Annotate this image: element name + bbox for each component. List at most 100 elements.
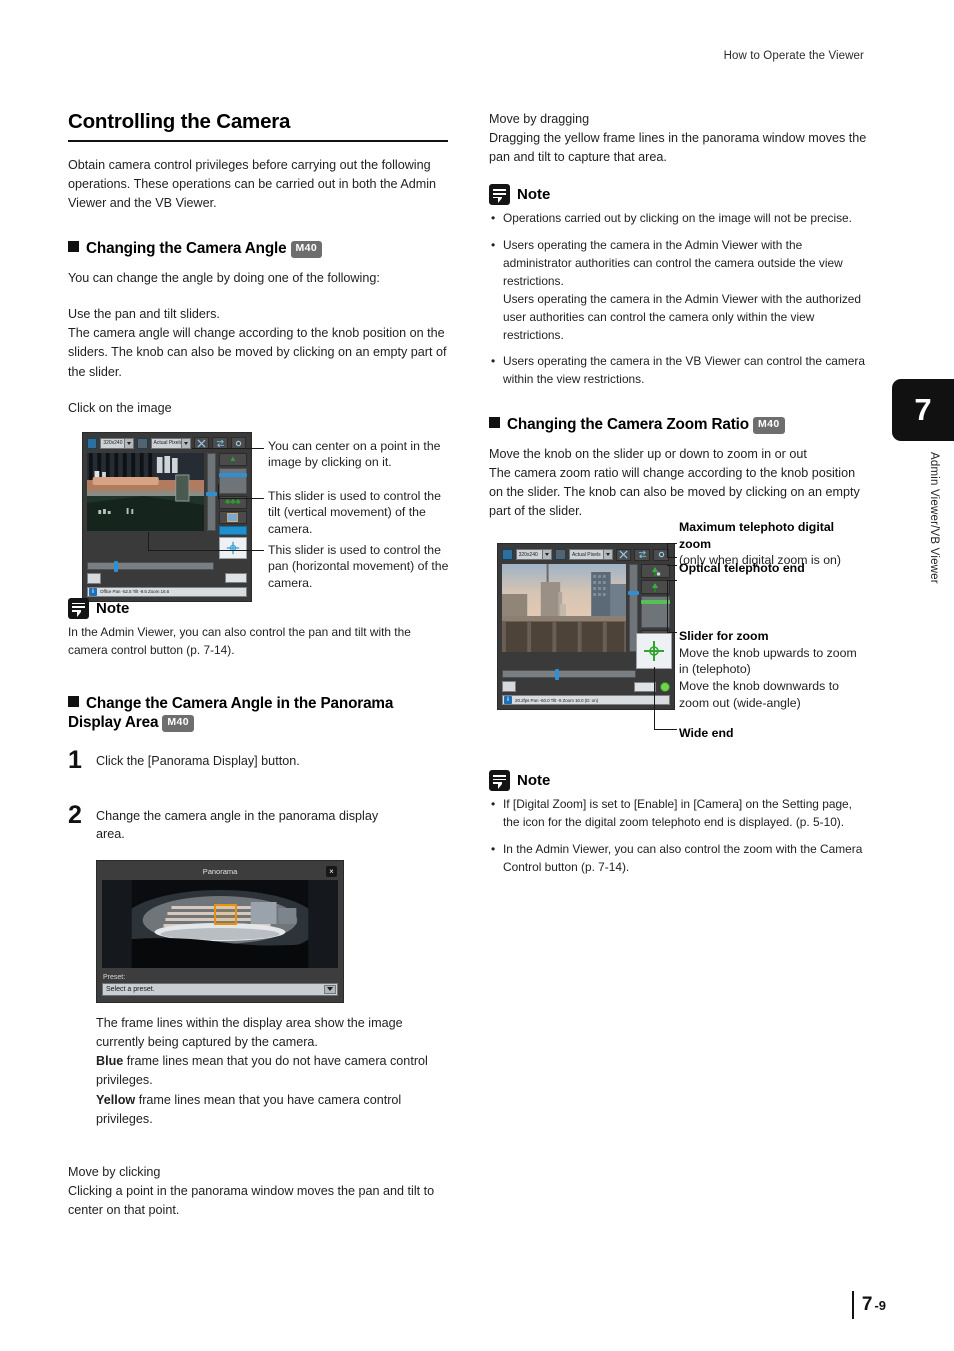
leader-line-optical — [667, 565, 677, 567]
panorama-image[interactable] — [102, 879, 338, 968]
leader-line-maxtele-top — [667, 543, 677, 545]
callout-optical-telephoto-end: Optical telephoto end — [679, 561, 805, 576]
square-bullet-icon — [489, 417, 500, 429]
figure-pan-tilt-viewer: 320x240 Actual Pixels ▲ ♣♣♣ i Office Pan… — [68, 431, 448, 602]
preset-select[interactable]: Select a preset. — [102, 982, 338, 996]
step-1-text: Click the [Panorama Display] button. — [96, 753, 300, 768]
chevron-down-icon — [542, 550, 552, 560]
camera-control-pad[interactable] — [636, 633, 672, 670]
zoom-tele-button[interactable]: ▲ — [218, 452, 247, 466]
frame-blue-word: Blue — [96, 1054, 124, 1069]
info-icon: i — [89, 587, 97, 596]
click-image-subhead: Click on the image — [68, 400, 172, 415]
resolution-select[interactable]: 320x240 — [100, 437, 135, 449]
panorama-window: Panorama × Preset: Select a preset. — [96, 859, 344, 1003]
snapshot-button[interactable] — [502, 681, 516, 693]
move-by-dragging-head: Move by dragging — [489, 112, 590, 126]
zoom-slider-knob[interactable] — [640, 600, 670, 605]
viewer-toolbar: 320x240 Actual Pixels — [501, 548, 670, 561]
page-title: Controlling the Camera — [68, 110, 291, 133]
digital-telephoto-end-button[interactable] — [640, 564, 670, 579]
leader-line-wide-vert — [654, 667, 655, 730]
badge-m40: M40 — [162, 715, 194, 732]
panorama-window-titlebar: Panorama × — [102, 865, 338, 880]
frame-blue-rest: frame lines mean that you do not have ca… — [96, 1054, 428, 1088]
callout-slider-bold: Slider for zoom — [679, 629, 769, 644]
preset-label: Preset: — [103, 973, 126, 981]
sliders-subhead: Use the pan and tilt sliders. — [68, 307, 220, 322]
leader-line-wide — [654, 729, 677, 731]
page-footer: 7 -9 — [851, 1291, 886, 1319]
tilt-slider[interactable] — [206, 452, 218, 531]
camera-control-pad[interactable] — [218, 536, 247, 559]
zoom-body: The camera zoom ratio will change accord… — [489, 465, 860, 519]
callout-pan-slider: This slider is used to control the pan (… — [268, 542, 449, 591]
close-icon[interactable]: × — [326, 865, 337, 877]
step-2-text: Change the camera angle in the panorama … — [96, 809, 379, 842]
viewsize-select[interactable]: Actual Pixels — [568, 549, 613, 561]
leader-line-slider-top — [667, 580, 677, 582]
note-icon — [68, 597, 89, 619]
viewer-bottom-bar — [502, 681, 670, 693]
pan-slider[interactable] — [87, 560, 214, 572]
preset-button[interactable] — [218, 510, 247, 524]
pan-slider[interactable] — [502, 669, 636, 681]
heading-text: Changing the Camera Angle — [86, 240, 287, 258]
leader-line-slider-bottom — [667, 632, 677, 634]
panorama-display-button[interactable] — [225, 573, 247, 584]
pan-slider-knob[interactable] — [114, 560, 118, 572]
note-title: Note — [517, 772, 551, 790]
manual-page: How to Operate the Viewer Controlling th… — [0, 0, 954, 1351]
panorama-display-button[interactable] — [634, 681, 656, 692]
heading-panorama-display-area: Change the Camera Angle in the Panorama … — [68, 694, 448, 733]
step-2: 2 Change the camera angle in the panoram… — [68, 803, 448, 844]
leader-line-slider-vert — [667, 580, 668, 633]
viewer-status-bar: i 20.2fps Pan -60.0 Tilt -9 Zoom 16.0 (D… — [502, 695, 670, 706]
viewer-status-text: Office Pan -52.5 Tilt -9.5 Zoom 16.6 — [100, 589, 170, 595]
tilt-slider-knob[interactable] — [628, 591, 640, 596]
optical-telephoto-end-button[interactable] — [640, 580, 670, 595]
viewsize-icon — [137, 437, 148, 449]
move-by-clicking-body: Clicking a point in the panorama window … — [68, 1183, 435, 1218]
angle-intro: You can change the angle by doing one of… — [68, 271, 380, 285]
frame-line-explanation: The frame lines within the display area … — [96, 1014, 448, 1129]
square-bullet-icon — [68, 241, 79, 253]
leader-line-tilt-vert — [218, 483, 219, 499]
viewer-screenshot-zoom: 320x240 Actual Pixels i 20.2fps Pan -60.… — [497, 543, 675, 711]
footer-page-number: 7 — [861, 1294, 873, 1315]
callout-center-on-point: You can center on a point in the image b… — [268, 438, 441, 470]
swap-button[interactable] — [634, 548, 651, 561]
viewer-screenshot-pantilt: 320x240 Actual Pixels ▲ ♣♣♣ i Office Pan… — [82, 431, 252, 602]
zoom-head-line: Move the knob on the slider up or down t… — [489, 446, 807, 461]
chevron-down-icon[interactable] — [324, 984, 336, 994]
heading-changing-camera-angle: Changing the Camera Angle M40 — [68, 239, 448, 259]
video-image-area[interactable] — [87, 452, 205, 531]
intro-paragraph: Obtain camera control privileges before … — [68, 158, 437, 211]
note-item: Operations carried out by clicking on th… — [489, 209, 871, 228]
tilt-slider-knob[interactable] — [206, 491, 218, 496]
panorama-view-frame[interactable] — [214, 903, 237, 925]
video-image-area[interactable] — [502, 564, 627, 653]
note-item: Users operating the camera in the VB Vie… — [489, 352, 871, 389]
recording-indicator — [660, 681, 670, 692]
snapshot-button[interactable] — [87, 572, 101, 584]
zoom-slider-knob[interactable] — [218, 472, 247, 477]
note-icon — [489, 184, 510, 206]
zoom-slider[interactable] — [640, 596, 670, 629]
pan-slider-knob[interactable] — [555, 669, 559, 681]
viewsize-select[interactable]: Actual Pixels — [150, 437, 192, 449]
viewsize-value: Actual Pixels — [571, 551, 601, 558]
resolution-select[interactable]: 320x240 — [515, 549, 553, 561]
zoom-slider[interactable] — [218, 467, 247, 494]
resolution-value: 320x240 — [103, 440, 123, 447]
leader-line-pan — [148, 549, 264, 551]
trees-icon: ♣♣♣ — [224, 497, 241, 507]
fullscreen-button[interactable] — [615, 548, 632, 561]
note-list: Operations carried out by clicking on th… — [489, 209, 871, 389]
move-by-clicking-head: Move by clicking — [68, 1164, 161, 1179]
frame-yellow-rest: frame lines mean that you have camera co… — [96, 1092, 402, 1126]
note-text: In the Admin Viewer, you can also contro… — [68, 624, 411, 657]
chapter-tab-number: 7 — [892, 379, 954, 441]
step-1-number: 1 — [68, 745, 82, 774]
viewsize-icon — [555, 549, 566, 561]
